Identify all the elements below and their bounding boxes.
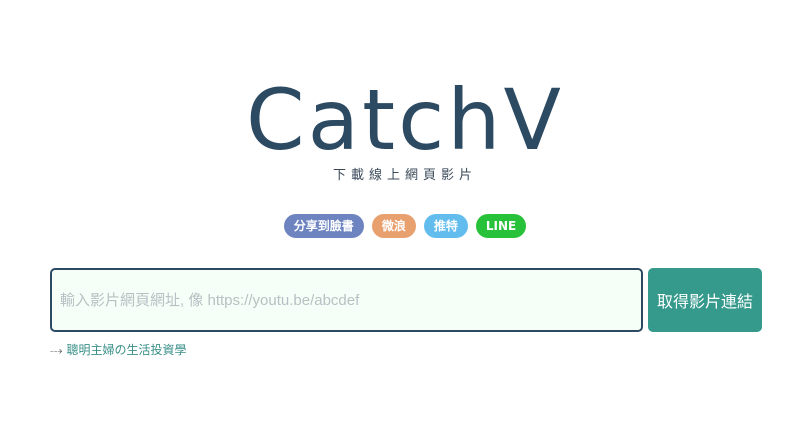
page: CatchV 下載線上網頁影片 分享到臉書 微浪 推特 LINE 取得影片連結 … [0,0,810,439]
share-weibo-button[interactable]: 微浪 [371,214,416,238]
promo-link-text: 聰明主婦の生活投資學 [66,343,187,357]
share-twitter-button[interactable]: 推特 [423,214,468,238]
video-url-input[interactable] [50,268,643,332]
share-buttons: 分享到臉書 微浪 推特 LINE [0,214,810,238]
site-logo[interactable]: CatchV [0,72,810,168]
arrow-icon: ⤏ [50,343,63,357]
share-facebook-button[interactable]: 分享到臉書 [283,214,364,238]
site-tagline: 下載線上網頁影片 [332,168,477,183]
get-video-link-button[interactable]: 取得影片連結 [648,268,762,332]
share-line-button[interactable]: LINE [475,214,527,238]
promo-link[interactable]: ⤏ 聰明主婦の生活投資學 [50,341,187,358]
